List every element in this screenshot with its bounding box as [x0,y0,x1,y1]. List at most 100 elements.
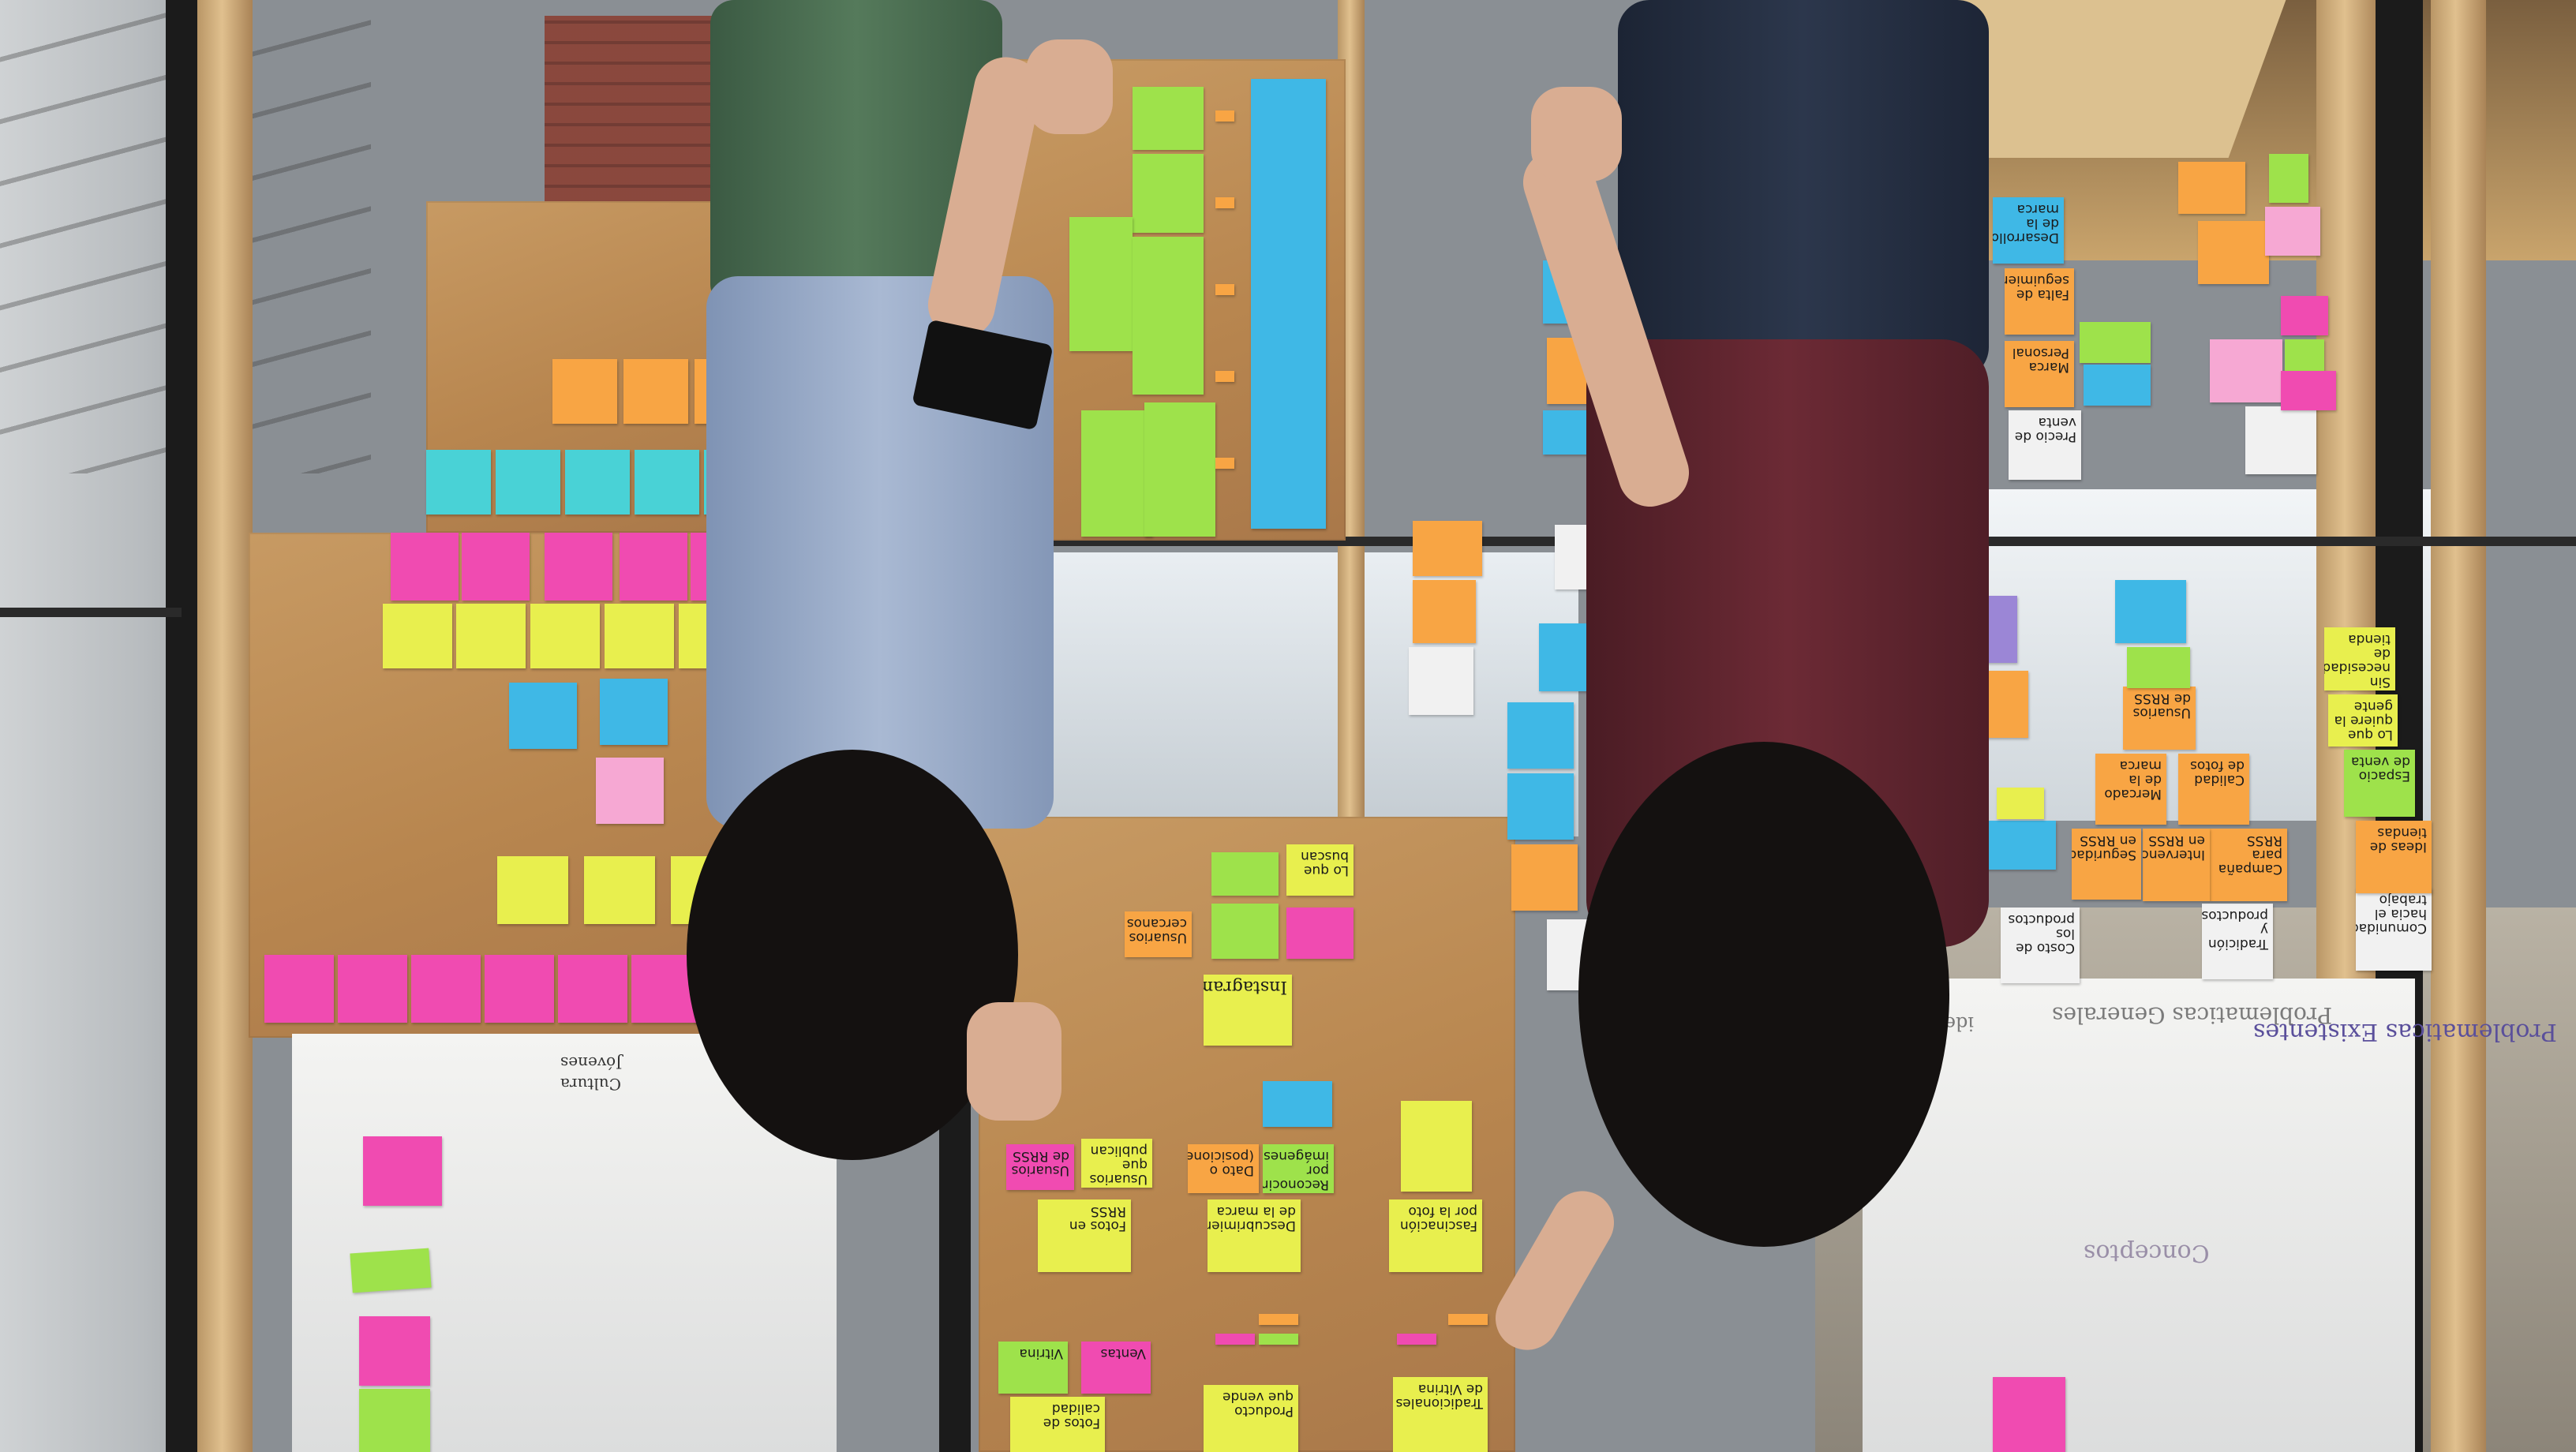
note-text: Producto que vende [1222,1389,1294,1419]
sticky-note [1069,217,1133,351]
sticky-note [545,533,612,601]
sticky-note [1507,773,1574,840]
sticky-note [509,683,577,749]
sticky-note: Campaña para RRSS [2210,829,2287,901]
person-jeans [1618,0,1989,379]
sticky-note: Tradición y productos [2202,904,2273,979]
note-text: Intervención en RRSS [2143,833,2205,863]
sticky-note [1507,702,1574,769]
note-text: Fotos en RRSS [1069,1203,1126,1233]
sticky-note [264,955,334,1023]
stair-rail [0,608,182,617]
sticky-note [1133,237,1204,395]
flag-tab [1259,1314,1298,1325]
sticky-note [2245,406,2316,474]
sticky-note [485,955,554,1023]
note-text: Lo que buscan [1301,848,1349,878]
person-hair-right [1578,742,1949,1247]
sticky-note [620,533,687,601]
sticky-note-column [1251,79,1326,529]
sticky-note: Usuarios que publican [1081,1139,1152,1188]
sticky-note [2127,647,2190,688]
sticky-note: Espacio de venta [2344,750,2415,817]
sticky-note [635,450,699,515]
note-text: Calidad de fotos [2190,758,2245,788]
person-hand-lower [967,1002,1061,1121]
note-text: Ideas de tiendas [2369,825,2427,855]
note-text: Costo de los productos [2008,911,2075,956]
sticky-note [1413,580,1476,643]
sticky-note: Costo de los productos [2001,908,2080,983]
note-text: Lo que quiere la gente [2334,698,2393,743]
sticky-note [456,604,526,668]
sticky-note [462,533,530,601]
sticky-note [2269,154,2308,203]
sticky-note: Desarrollo de la marca [1993,197,2064,264]
sticky-note [363,1136,442,1206]
note-text: Falta de seguimiento [2005,272,2069,302]
flag-tab [1448,1314,1488,1325]
sticky-note [605,604,674,668]
note-text: Reconocimiento por imágenes [1263,1148,1329,1192]
center-header-note: Instagram [1204,975,1292,1046]
sticky-note [600,679,668,745]
photo-scene: Jóvenes Cultura Instagram Fotos en RRSS … [0,0,2576,1452]
sticky-note [496,450,560,515]
sticky-note: Usuarios de RRSS [1006,1144,1074,1190]
sticky-note: Calidad de fotos [2178,754,2249,825]
sticky-note: Fascinación por la foto [1389,1199,1482,1272]
note-text: Usuarios que publican [1089,1143,1148,1187]
sticky-note: Dato o (posiciones) [1188,1144,1259,1193]
sticky-note: Marca Personal [2005,341,2074,407]
sticky-note [1286,908,1354,959]
note-text: Dato o (posiciones) [1188,1148,1254,1178]
sticky-note [383,604,452,668]
sticky-note [1401,1101,1472,1192]
sticky-note: Fotos de calidad [1010,1397,1105,1452]
sticky-note [558,955,627,1023]
note-text: Precio de venta [2014,414,2076,444]
sticky-note [530,604,600,668]
whiteboard-heading: Cultura [560,1075,621,1094]
sticky-note [2210,339,2282,402]
sticky-note [596,758,664,824]
sticky-note [1263,1081,1332,1127]
sticky-note: Intervención en RRSS [2143,829,2210,901]
note-text: Vitrina [1019,1345,1063,1361]
flag-tab [1215,1334,1255,1345]
sticky-note [1997,788,2044,819]
whiteboard-footer: Conceptos [2084,1239,2210,1267]
note-text: Tradición y productos [2202,908,2268,952]
sticky-note: Vitrina [998,1342,1068,1394]
note-text: Mercado de la marca [2104,758,2162,802]
sticky-note [2115,580,2186,643]
sticky-note: Ventas [1081,1342,1151,1394]
flag-tab [1215,284,1234,295]
note-text: Campaña para RRSS [2218,833,2282,877]
bright-window [1026,552,1578,836]
note-text: Sin necesidad de tienda [2324,631,2391,690]
sticky-note [1144,402,1215,537]
sticky-note: Falta de seguimiento [2005,268,2074,335]
sticky-note: Producto que vende [1204,1385,1298,1452]
flag-tab [1259,1334,1298,1345]
whiteboard-heading: Problematicas Generales [2052,1002,2333,1028]
sticky-note: Comunidad hacia el trabajo [2356,888,2432,971]
sticky-note [391,533,459,601]
sticky-note [359,1389,430,1452]
note-text: Descubrimiento de la marca [1208,1203,1296,1233]
sticky-note [2080,322,2151,363]
sticky-note [584,856,655,924]
flag-tab [1215,458,1234,469]
sticky-note [1081,410,1152,537]
sticky-note [1211,904,1279,959]
sticky-note [350,1248,432,1293]
flag-tab [1397,1334,1436,1345]
sticky-note [1409,647,1473,715]
sticky-note: Seguridad en RRSS [2072,829,2141,900]
sticky-note: Lo que quiere la gente [2328,694,2398,747]
note-text: Usuarios de RRSS [1011,1148,1069,1178]
note-text: Instagram [1204,977,1287,997]
sticky-note: Ideas de tiendas [2356,821,2432,893]
sticky-note: Usuarios de RRSS [2123,687,2196,750]
